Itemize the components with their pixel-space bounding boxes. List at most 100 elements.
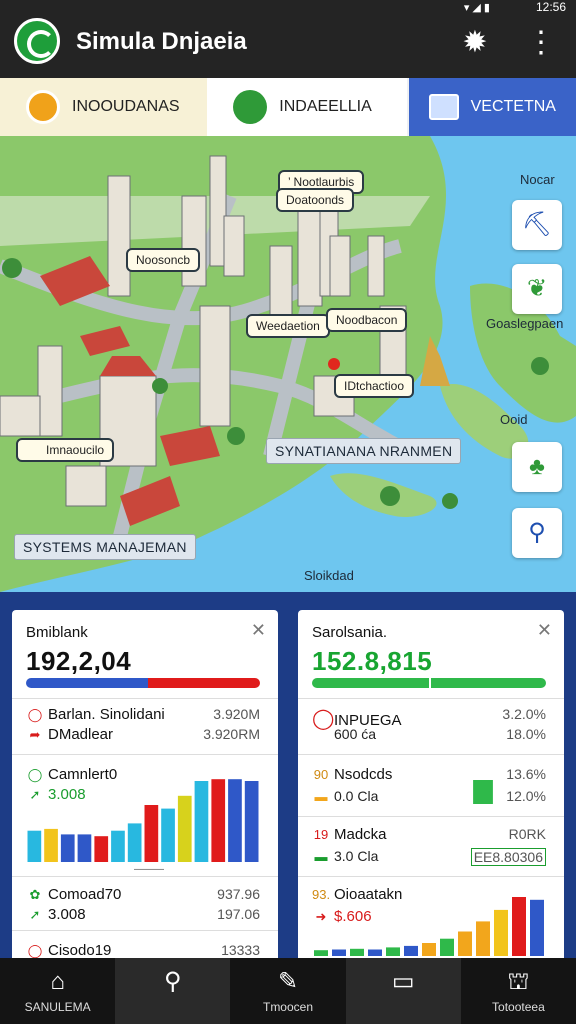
spark-green-icon: ✿ [29, 887, 41, 902]
list-item[interactable]: 90 Nsodcds 13.6% [312, 766, 546, 783]
chart-bar [44, 828, 58, 862]
card-value: 192,2,04 [26, 646, 132, 676]
chart-bar [228, 779, 242, 862]
list-item[interactable]: ◯ Barlan. Sinolidani 3.920M [26, 706, 260, 723]
map-label-upper[interactable]: Doatoonds [276, 188, 355, 212]
app-logo-icon [14, 18, 60, 64]
row-value-2: 12.0% [506, 788, 546, 804]
list-item[interactable]: ✿ Comoad70 937.96 [26, 886, 260, 903]
card-value: 152.8,815 [312, 646, 433, 676]
chart-bar [512, 897, 526, 956]
chart-bar [94, 836, 109, 862]
divider [298, 816, 564, 817]
row-label: Barlan. Sinolidani [48, 706, 165, 723]
chart-bar [350, 948, 364, 956]
map-text-right-low: Ooid [500, 412, 528, 427]
row-label: Cisodo19 [48, 942, 112, 959]
row-label: Nsodcds [334, 766, 393, 783]
nav-item-search[interactable]: ⚲ [115, 958, 231, 1024]
pin-outline-icon[interactable]: ⚲ [512, 508, 562, 558]
nav-item-window[interactable]: ▭ [345, 958, 461, 1024]
chart-bar [440, 938, 454, 956]
progress-segment-b [431, 678, 546, 688]
list-item[interactable]: ➚ 3.008 197.06 [26, 906, 260, 923]
tab-inooudanas[interactable]: INOOUDANAS [0, 78, 208, 136]
chart-bar [530, 899, 544, 956]
chart-bar [473, 780, 493, 804]
stats-card-right[interactable]: Sarolsania. ✕ 152.8,815 ◯INPUEGA 3.2.0% … [298, 610, 564, 970]
map-text-right-mid: Goaslegpaen [486, 316, 564, 331]
building-icon [428, 94, 459, 120]
divider [298, 754, 564, 755]
chart-bar [244, 781, 259, 862]
row-value: 3.2.0% [502, 706, 546, 722]
card-title: Bmiblank [26, 624, 88, 641]
progress-segment-blue [26, 678, 148, 688]
ring-red-icon: ◯ [27, 707, 43, 722]
number-icon: 90 [313, 767, 329, 782]
tab-indaeellia[interactable]: INDAEELLIA [207, 78, 407, 136]
more-vert-icon[interactable]: ⋮ [526, 26, 556, 60]
tree-icon[interactable]: ♣ [512, 442, 562, 492]
ring-red-icon: ◯ [27, 943, 43, 958]
chart-bar [127, 823, 142, 862]
chart-bar [458, 931, 472, 956]
list-item[interactable]: ◯ Cisodo19 13333 [26, 942, 260, 959]
chart-bar [161, 808, 175, 862]
app-title: Simula Dnjaeia [76, 28, 247, 55]
list-item[interactable]: 19 Madcka R0RK [312, 826, 546, 843]
map-label-mid-right[interactable]: Noodbacon [326, 308, 408, 332]
chart-bar [60, 834, 75, 862]
row-sub: 0.0 Cla [334, 788, 379, 804]
city-map[interactable]: ’ Nootlaurbis Doatoonds Noosoncb Weedaet… [0, 136, 576, 592]
row-label: Comoad70 [48, 886, 122, 903]
chart-bar [111, 830, 125, 862]
dashboard-panel: Bmiblank ✕ 192,2,04 ◯ Barlan. Sinolidani … [0, 592, 576, 970]
map-label-district[interactable]: Imnaoucilo [16, 438, 115, 462]
leaf-icon[interactable]: ❦ [512, 264, 562, 314]
folder-icon [26, 90, 60, 124]
chart-bar [177, 795, 192, 862]
dash-orange-icon: ▬ [314, 789, 328, 804]
home-icon: ⌂ [50, 968, 65, 995]
crane-tool-icon[interactable]: ⛏ [512, 200, 562, 250]
row-sub: 3.0 Cla [334, 848, 379, 864]
app-root: Simula Dnjaeia ✹ ⋮ ▾ ◢ ▮ 12:56 INOOUDANA… [0, 0, 576, 1024]
row-value: 937.96 [217, 886, 260, 902]
globe-icon [233, 90, 268, 124]
gear-icon[interactable]: ✹ [458, 26, 492, 60]
dash-green-icon: ▬ [314, 849, 328, 864]
arrow-red-icon: ➦ [29, 727, 41, 742]
map-label-marker[interactable]: IDtchactioo [334, 374, 415, 398]
search-icon: ⚲ [164, 968, 182, 995]
divider [12, 930, 278, 931]
arrow-up-icon: ➚ [29, 907, 41, 922]
map-banner-center[interactable]: SYNATIANANA NRANMEN [266, 438, 462, 464]
chart-bar [404, 945, 418, 956]
bar-chart-right [314, 897, 544, 956]
chart-bar [27, 830, 42, 862]
list-item-sub: ▬ 0.0 Cla 12.0% [312, 788, 547, 805]
pencil-icon: ✎ [277, 968, 299, 995]
row-label: Madcka [334, 826, 387, 843]
row-value: 13333 [221, 942, 260, 958]
map-label-mid-left[interactable]: Weedaetion [246, 314, 330, 338]
bottom-nav: ⌂ SANULEMA ⚲ ✎ Tmoocen ▭ ⛫ Totooteea [0, 958, 576, 1024]
tab-vectetna[interactable]: VECTETNA [408, 78, 576, 136]
close-icon[interactable]: ✕ [537, 620, 552, 641]
nav-item-home[interactable]: ⌂ SANULEMA [0, 958, 115, 1024]
stats-card-left[interactable]: Bmiblank ✕ 192,2,04 ◯ Barlan. Sinolidani … [12, 610, 278, 970]
close-icon[interactable]: ✕ [251, 620, 266, 641]
nav-item-edit[interactable]: ✎ Tmoocen [230, 958, 345, 1024]
row-label: 3.008 [48, 906, 86, 923]
nav-label: SANULEMA [24, 1000, 91, 1014]
status-bar: ▾ ◢ ▮ 12:56 [0, 0, 576, 14]
map-label-left[interactable]: Noosoncb [126, 248, 201, 272]
list-item-sub: 600 ća 18.0% [312, 726, 546, 743]
row-value-2: EE8.80306 [470, 848, 546, 866]
progress-bar [26, 678, 260, 688]
map-banner-bottom-left[interactable]: SYSTEMS MANAJEMAN [14, 534, 196, 560]
row-value: 3.920M [213, 706, 260, 722]
list-item[interactable]: ➦ DMadlear 3.920RM [26, 726, 260, 743]
nav-item-station[interactable]: ⛫ Totooteea [461, 958, 576, 1024]
